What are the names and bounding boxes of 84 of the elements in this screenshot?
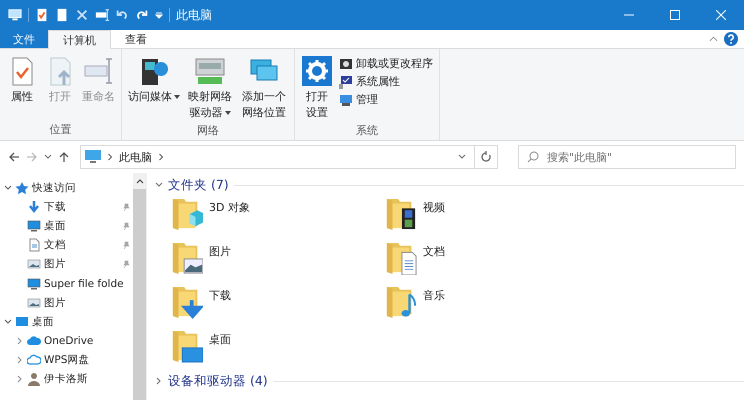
picture-icon xyxy=(27,296,41,310)
ribbon-button[interactable]: 打开设置 xyxy=(299,53,335,123)
collapse-ribbon-icon[interactable] xyxy=(709,36,718,42)
folder-name[interactable]: 音乐 xyxy=(423,285,445,303)
monitor-icon xyxy=(85,150,101,164)
ribbon-button[interactable]: 管理 xyxy=(337,91,435,108)
monitor-icon xyxy=(27,276,41,291)
ribbon-group-label: 网络 xyxy=(196,123,220,139)
caret-icon xyxy=(174,94,180,99)
redo-icon[interactable] xyxy=(135,8,149,22)
refresh-icon xyxy=(480,151,492,163)
ribbon-button[interactable]: 属性 xyxy=(4,53,40,107)
monitor-icon xyxy=(27,218,41,233)
folder-name[interactable]: 桌面 xyxy=(209,329,231,347)
nav-item[interactable]: 伊卡洛斯 xyxy=(0,370,133,390)
nav-item[interactable]: WPS网盘 xyxy=(0,350,133,370)
nav-item[interactable]: Super file folde xyxy=(0,274,133,294)
recent-locations-icon[interactable] xyxy=(44,154,52,160)
close-icon[interactable] xyxy=(75,8,89,22)
folder-name[interactable]: 下载 xyxy=(209,285,231,303)
ribbon-tab[interactable]: 计算机 xyxy=(48,30,111,49)
caret-icon xyxy=(224,110,230,115)
cloud-icon xyxy=(27,353,41,368)
ribbon-button[interactable]: 访问媒体 xyxy=(126,53,182,107)
nav-item[interactable]: 下载 xyxy=(0,197,133,216)
search-icon xyxy=(527,151,539,163)
undo-icon[interactable] xyxy=(115,8,129,22)
address-bar[interactable]: 此电脑 xyxy=(80,145,475,169)
camera-icon xyxy=(339,56,353,70)
picture-icon xyxy=(27,257,41,272)
ribbon-button[interactable]: 添加一个网络位置 xyxy=(238,53,290,123)
chevron-icon[interactable] xyxy=(158,153,164,161)
folder-name[interactable]: 图片 xyxy=(209,241,231,259)
scrollbar[interactable] xyxy=(133,173,146,400)
monitor-icon xyxy=(15,314,29,329)
ribbon-button[interactable]: 映射网络驱动器 xyxy=(184,53,236,123)
nav-item[interactable]: OneDrive xyxy=(0,332,133,351)
chevron-icon[interactable] xyxy=(16,356,24,364)
nav-item[interactable]: 快速访问 xyxy=(0,178,133,198)
breadcrumb[interactable]: 此电脑 xyxy=(119,150,152,164)
nav-item[interactable]: 文档 xyxy=(0,236,133,255)
nav-item[interactable]: 图片 xyxy=(0,293,133,312)
window-title: 此电脑 xyxy=(176,6,212,24)
up-arrow-icon[interactable] xyxy=(58,151,70,163)
folder-name[interactable]: 视频 xyxy=(423,197,445,215)
ribbon-button[interactable]: 卸载或更改程序 xyxy=(337,55,435,72)
ribbon-button[interactable]: 系统属性 xyxy=(337,73,435,90)
maximize-icon xyxy=(670,10,680,20)
ribbon-group-label: 系统 xyxy=(355,123,379,139)
group-header[interactable]: 设备和驱动器 (4) xyxy=(168,372,268,390)
settings-icon xyxy=(301,55,333,87)
ribbon-tab[interactable]: 文件 xyxy=(0,30,48,48)
checkmark-page-icon[interactable] xyxy=(35,8,49,22)
chevron-icon[interactable] xyxy=(155,181,163,189)
chevron-icon[interactable] xyxy=(4,184,12,192)
chevron-icon[interactable] xyxy=(107,153,113,161)
ribbon-tab[interactable]: 查看 xyxy=(111,30,161,48)
dropdown-icon[interactable] xyxy=(458,154,466,160)
close-icon xyxy=(716,10,726,20)
nav-item[interactable]: 桌面 xyxy=(0,312,133,332)
back-arrow-icon[interactable] xyxy=(8,151,20,163)
ribbon-group-label: 位置 xyxy=(48,122,72,138)
monitor-check-icon xyxy=(339,74,353,88)
chevron-icon[interactable] xyxy=(16,337,24,346)
computer-icon[interactable] xyxy=(8,8,22,22)
help-icon[interactable] xyxy=(724,32,738,46)
folder-name[interactable]: 3D 对象 xyxy=(209,197,250,215)
chevron-icon[interactable] xyxy=(16,375,24,384)
star-icon xyxy=(15,180,29,195)
nav-item[interactable]: 桌面 xyxy=(0,216,133,236)
document-icon xyxy=(27,238,41,252)
download-arrow-icon xyxy=(27,200,41,214)
nav-item[interactable]: 图片 xyxy=(0,254,133,274)
refresh-button[interactable] xyxy=(474,145,498,169)
search-field[interactable]: 搜索"此电脑" xyxy=(518,145,736,169)
chevron-icon[interactable] xyxy=(4,318,12,326)
person-icon xyxy=(27,372,41,386)
computer-icon xyxy=(339,92,353,106)
folder-name[interactable]: 文档 xyxy=(423,241,445,259)
group-header[interactable]: 文件夹 (7) xyxy=(168,176,229,194)
folder-icon[interactable] xyxy=(385,197,417,231)
chevron-icon[interactable] xyxy=(155,377,163,385)
rename-icon[interactable] xyxy=(95,8,109,22)
blank-page-icon[interactable] xyxy=(55,8,69,22)
